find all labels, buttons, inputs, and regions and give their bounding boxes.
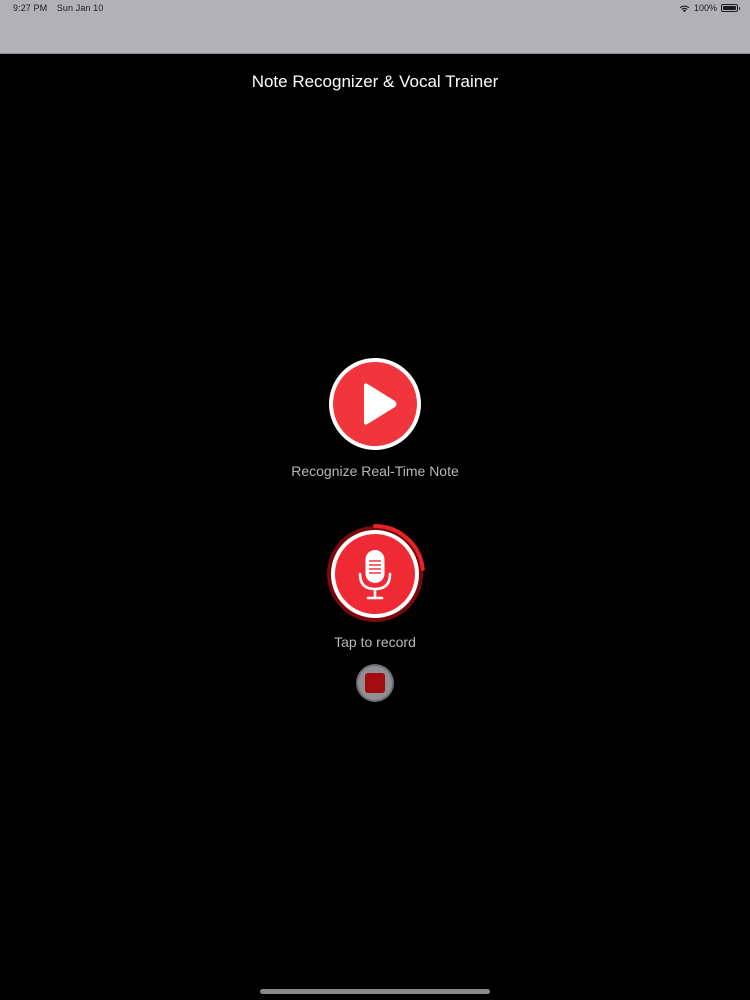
stop-button[interactable] (356, 664, 394, 702)
battery-icon (721, 4, 740, 12)
page-title: Note Recognizer & Vocal Trainer (251, 72, 499, 91)
home-indicator[interactable] (260, 989, 490, 994)
status-right: 100% (679, 3, 740, 13)
status-bar: 9:27 PM Sun Jan 10 100% (0, 0, 750, 54)
wifi-icon (679, 4, 690, 12)
record-button[interactable] (331, 530, 419, 618)
battery-percent: 100% (693, 3, 717, 13)
status-time: 9:27 PM (13, 3, 48, 13)
microphone-icon (358, 550, 392, 600)
play-icon (364, 383, 397, 425)
recognize-note-button[interactable] (329, 358, 421, 450)
status-date: Sun Jan 10 (56, 3, 104, 13)
recognize-note-label: Recognize Real-Time Note (291, 463, 459, 479)
record-label: Tap to record (334, 634, 416, 650)
app-screen: 9:27 PM Sun Jan 10 100% Note Recognizer … (0, 0, 750, 1000)
stop-icon (365, 673, 385, 693)
status-left: 9:27 PM Sun Jan 10 (13, 3, 103, 13)
record-control (323, 522, 427, 626)
